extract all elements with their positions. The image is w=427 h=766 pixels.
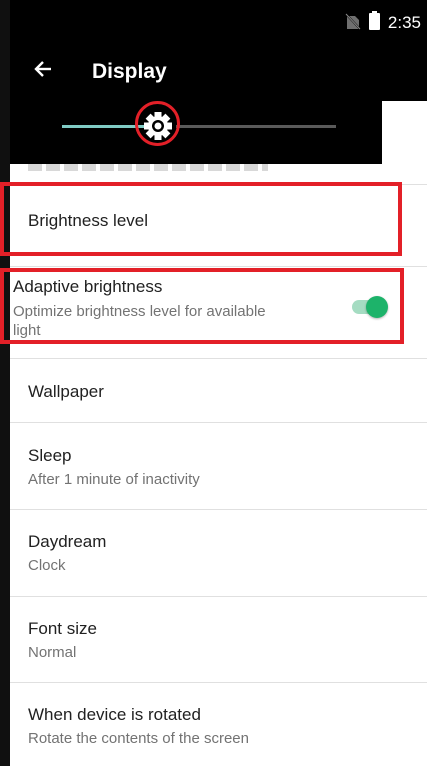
brightness-slider-track-inactive[interactable] — [175, 125, 336, 128]
font-size-row[interactable]: Font size Normal — [10, 597, 427, 682]
brightness-popup — [10, 100, 382, 164]
rotation-subtitle: Rotate the contents of the screen — [28, 730, 249, 747]
daydream-subtitle: Clock — [28, 557, 66, 574]
status-time: 2:35 — [387, 13, 421, 32]
sleep-title: Sleep — [28, 446, 72, 465]
brightness-slider-track-active[interactable] — [62, 125, 146, 128]
font-size-title: Font size — [28, 619, 97, 638]
page-title: Display — [92, 60, 167, 83]
status-icons: 2:35 — [345, 11, 421, 35]
toggle-thumb — [366, 296, 388, 318]
battery-icon — [368, 11, 380, 35]
adaptive-brightness-subtitle-line2: light — [13, 322, 41, 339]
back-button[interactable] — [28, 56, 58, 86]
font-size-subtitle: Normal — [28, 644, 77, 661]
sleep-row[interactable]: Sleep After 1 minute of inactivity — [10, 423, 427, 509]
divider — [10, 266, 427, 267]
brightness-level-row[interactable]: Brightness level — [10, 185, 427, 255]
arrow-back-icon — [33, 59, 53, 84]
adaptive-brightness-title: Adaptive brightness — [13, 277, 163, 296]
wallpaper-row[interactable]: Wallpaper — [10, 359, 427, 422]
adaptive-brightness-subtitle-line1: Optimize brightness level for available — [13, 303, 266, 320]
no-sim-icon — [345, 12, 361, 35]
daydream-title: Daydream — [28, 532, 107, 551]
obscured-text — [28, 163, 268, 171]
left-edge-strip — [0, 0, 10, 766]
rotation-row[interactable]: When device is rotated Rotate the conten… — [10, 683, 427, 766]
sleep-subtitle: After 1 minute of inactivity — [28, 471, 200, 488]
adaptive-brightness-toggle[interactable] — [352, 296, 388, 318]
toolbar: Display — [10, 48, 427, 101]
daydream-row[interactable]: Daydream Clock — [10, 510, 427, 596]
display-settings-screen: 2:35 Display Brightness level Adaptive b… — [0, 0, 427, 766]
wallpaper-title: Wallpaper — [28, 382, 104, 401]
rotation-title: When device is rotated — [28, 705, 201, 724]
brightness-level-title: Brightness level — [28, 211, 149, 230]
status-bar: 2:35 — [10, 0, 427, 48]
